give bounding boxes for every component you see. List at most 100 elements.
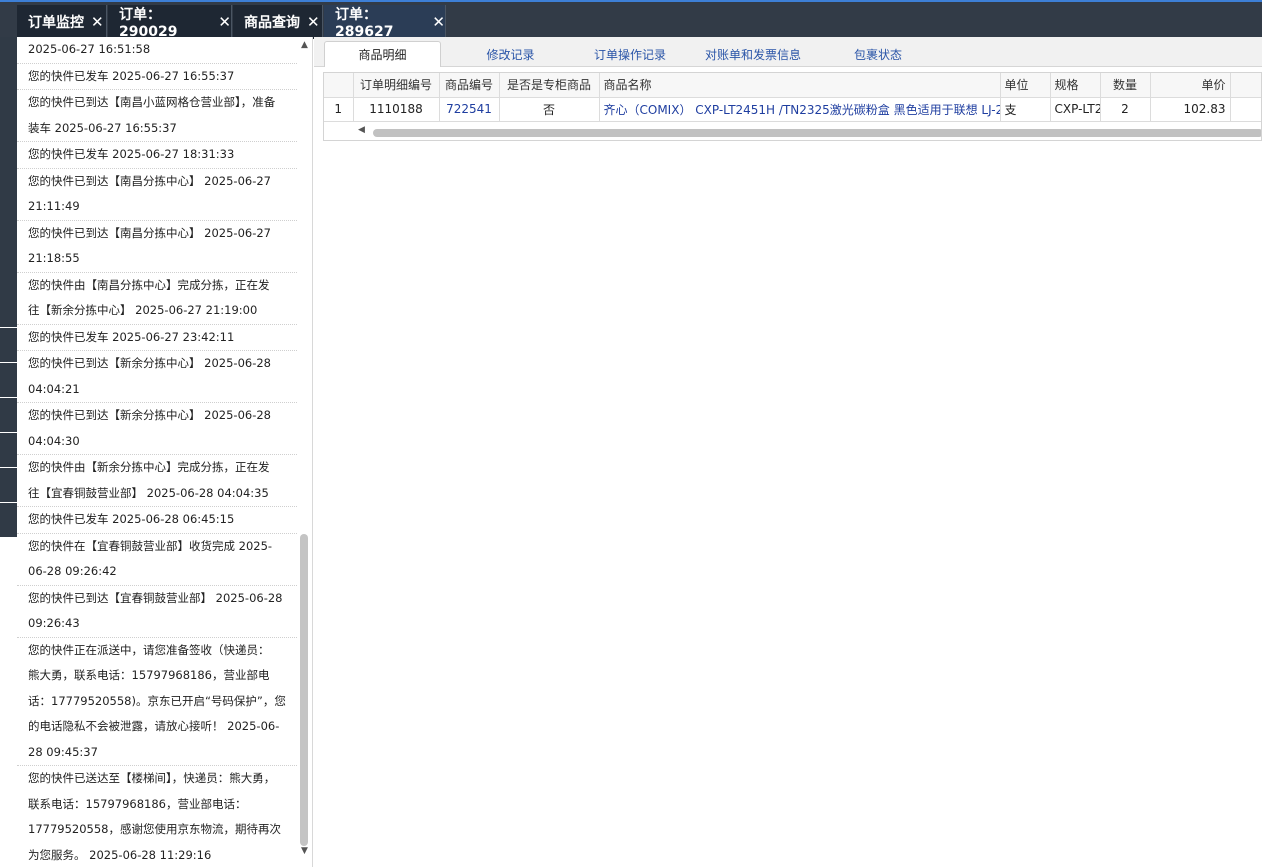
top-tab[interactable]: 订单监控 ✕ [17, 5, 107, 39]
tracking-entry-line: 04:04:21 [28, 381, 80, 396]
tracking-entry-line: 您的快件已到达【宜春铜鼓营业部】 2025-06-28 [28, 590, 283, 605]
tracking-entry: 您的快件已到达【南昌小蓝网格仓营业部】，准备 装车 2025-06-27 16:5… [17, 90, 297, 142]
scroll-thumb[interactable] [300, 534, 308, 846]
tracking-entry-line: 话：17779520558)。京东已开启“号码保护”，您 [28, 693, 286, 708]
scroll-left-icon[interactable]: ◀ [358, 125, 365, 135]
tracking-entry-line: 的电话隐私不会被泄露，请放心接听！ 2025-06- [28, 719, 280, 733]
detail-tab[interactable]: 订单操作记录 [572, 41, 688, 67]
column-header[interactable]: 规格 [1050, 73, 1101, 98]
table-cell[interactable]: 齐心（COMIX） CXP-LT2451H /TN2325激光碳粉盒 黑色适用于… [599, 97, 1001, 122]
left-nav-strip [0, 37, 17, 867]
top-tab[interactable]: 订单：290029 ✕ [108, 5, 232, 40]
tracking-entry: 您的快件已到达【宜春铜鼓营业部】 2025-06-28 09:26:43 [17, 586, 297, 638]
top-tab-label: 订单：290029 [119, 7, 178, 40]
top-tab-bar: 订单监控 ✕ 订单：290029 ✕ 商品查询 ✕ 订单：289627 ✕ [0, 0, 1262, 40]
tracking-entry: 您的快件已到达【南昌分拣中心】 2025-06-27 21:11:49 [17, 169, 297, 221]
tracking-entry: 您的快件已发车 2025-06-27 23:42:11 [17, 325, 297, 351]
column-header[interactable]: 是否是专柜商品 [499, 73, 600, 98]
table-cell: 支 [1000, 97, 1051, 122]
tracking-entry-line: 您的快件正在派送中，请您准备签收（快递员： [28, 642, 270, 657]
tracking-entry-line: 联系电话：15797968186，营业部电话： [28, 796, 247, 811]
tracking-entry-line: 17779520558，感谢您使用京东物流，期待再次 [28, 822, 281, 836]
table-cell-filler [1230, 97, 1261, 122]
tracking-entry: 您的快件已到达【新余分拣中心】 2025-06-28 04:04:21 [17, 351, 297, 403]
scroll-up-icon[interactable]: ▲ [301, 40, 308, 50]
tracking-entry-line: 您的快件已发车 2025-06-27 18:31:33 [28, 147, 235, 161]
tracking-entry-line: 您的快件已发车 2025-06-27 23:42:11 [28, 329, 235, 344]
nav-strip-segment [0, 37, 17, 327]
table-row[interactable]: 1 1110188 722541 否齐心（COMIX） CXP-LT2451H /TN… [324, 97, 1261, 122]
tracking-entry: 您的快件由【新余分拣中心】完成分拣，正在发 往【宜春铜鼓营业部】 2025-06-… [17, 455, 297, 507]
tracking-entry-line: 往【宜春铜鼓营业部】 2025-06-28 04:04:35 [28, 485, 269, 500]
table-cell: 1110188 [353, 97, 440, 122]
order-detail-area: 商品明细 修改记录 订单操作记录 对账单和发票信息 包裹状态 订单明细编号 商品编号 是否是… [314, 37, 1262, 867]
detail-tabs: 商品明细 修改记录 订单操作记录 对账单和发票信息 包裹状态 [314, 37, 1262, 67]
top-tab-label: 商品查询 [244, 15, 300, 31]
tracking-entry-line: 21:11:49 [28, 199, 80, 213]
column-header[interactable]: 订单明细编号 [353, 73, 440, 98]
tracking-entry: 您的快件已送达至【楼梯间】，快递员：熊大勇， 联系电话：15797968186，营… [17, 766, 297, 867]
table-cell: 102.83 [1150, 97, 1231, 122]
tracking-entry-line: 您的快件由【新余分拣中心】完成分拣，正在发 [28, 460, 270, 474]
tracking-entry-line: 28 09:45:37 [28, 744, 98, 759]
close-icon[interactable]: ✕ [218, 13, 231, 31]
column-header[interactable]: 单位 [1000, 73, 1051, 98]
tracking-entry-line: 04:04:30 [28, 433, 80, 448]
tracking-entry-line: 您的快件已到达【南昌小蓝网格仓营业部】，准备 [28, 95, 276, 109]
scroll-down-icon[interactable]: ▼ [301, 846, 308, 856]
top-tab[interactable]: 商品查询 ✕ [233, 5, 323, 39]
column-header[interactable]: 单价 [1150, 73, 1231, 98]
table-header-row: 订单明细编号 商品编号 是否是专柜商品 商品名称 单位 规格 数量 单价 [324, 73, 1261, 98]
nav-strip-segment[interactable] [0, 503, 17, 537]
nav-strip-segment[interactable] [0, 363, 17, 397]
tracking-entry-line: 您的快件已到达【南昌分拣中心】 2025-06-27 [28, 173, 271, 188]
column-header[interactable]: 商品名称 [599, 73, 1001, 98]
tracking-entry-line: 2025-06-27 16:51:58 [28, 42, 151, 56]
tracking-entry-line: 您的快件已到达【南昌分拣中心】 2025-06-27 [28, 225, 271, 240]
tracking-entry: 您的快件在【宜春铜鼓营业部】收货完成 2025- 06-28 09:26:42 [17, 534, 297, 586]
table-cell[interactable]: 722541 [439, 97, 500, 122]
tracking-entry: 您的快件已发车 2025-06-28 06:45:15 [17, 507, 297, 534]
nav-strip-segment[interactable] [0, 433, 17, 467]
tracking-entry: 2025-06-27 16:51:58 [17, 37, 297, 64]
tracking-entry-line: 您的快件已到达【新余分拣中心】 2025-06-28 [28, 356, 271, 370]
tracking-entry: 您的快件已到达【新余分拣中心】 2025-06-28 04:04:30 [17, 403, 297, 455]
column-header[interactable] [324, 73, 354, 98]
horizontal-scrollbar[interactable]: ◀ [324, 124, 1261, 140]
nav-strip-segment[interactable] [0, 398, 17, 432]
column-header[interactable]: 数量 [1100, 73, 1151, 98]
tracking-entry: 您的快件已到达【南昌分拣中心】 2025-06-27 21:18:55 [17, 221, 297, 273]
detail-tab[interactable]: 对账单和发票信息 [690, 41, 816, 67]
detail-tab[interactable]: 修改记录 [453, 41, 568, 67]
tracking-entry-line: 为您服务。 2025-06-28 11:29:16 [28, 847, 212, 862]
close-icon[interactable]: ✕ [432, 13, 445, 31]
tracking-entry: 您的快件已发车 2025-06-27 16:55:37 [17, 64, 297, 90]
tracking-entry-line: 您的快件由【南昌分拣中心】完成分拣，正在发 [28, 277, 270, 292]
tracking-entry-line: 06-28 09:26:42 [28, 564, 117, 578]
nav-strip-segment[interactable] [0, 468, 17, 502]
tracking-entry-line: 您的快件已发车 2025-06-27 16:55:37 [28, 68, 235, 83]
tracking-entry-line: 09:26:43 [28, 616, 80, 630]
table-cell: 1 [324, 97, 354, 122]
detail-tab[interactable]: 包裹状态 [820, 41, 936, 67]
scroll-thumb[interactable] [373, 129, 1261, 137]
detail-tab[interactable]: 商品明细 [324, 41, 441, 67]
tracking-entry: 您的快件已发车 2025-06-27 18:31:33 [17, 142, 297, 169]
tracking-entry: 您的快件正在派送中，请您准备签收（快递员： 熊大勇，联系电话：1579796818… [17, 638, 297, 766]
top-tab[interactable]: 订单：289627 ✕ [324, 5, 446, 40]
vertical-scrollbar[interactable]: ▲ ▼ [298, 37, 312, 867]
product-grid: 订单明细编号 商品编号 是否是专柜商品 商品名称 单位 规格 数量 单价 1 1110188 72… [323, 72, 1262, 141]
product-table: 订单明细编号 商品编号 是否是专柜商品 商品名称 单位 规格 数量 单价 1 1110188 72… [324, 73, 1261, 122]
close-icon[interactable]: ✕ [307, 13, 320, 31]
close-icon[interactable]: ✕ [91, 13, 104, 31]
tracking-entry-line: 熊大勇，联系电话：15797968186，营业部电 [28, 668, 270, 682]
top-tab-label: 订单：289627 [335, 7, 394, 40]
nav-strip-segment[interactable] [0, 328, 17, 362]
table-cell: 2 [1100, 97, 1151, 122]
top-tab-label: 订单监控 [28, 15, 84, 31]
tracking-entry-line: 往【新余分拣中心】 2025-06-27 21:19:00 [28, 303, 258, 317]
tracking-entry-line: 您的快件在【宜春铜鼓营业部】收货完成 2025- [28, 538, 273, 553]
table-cell: 否 [499, 97, 600, 122]
column-header[interactable]: 商品编号 [439, 73, 500, 98]
tracking-panel: 2025-06-27 16:51:58 您的快件已发车 2025-06-27 16… [17, 37, 313, 867]
